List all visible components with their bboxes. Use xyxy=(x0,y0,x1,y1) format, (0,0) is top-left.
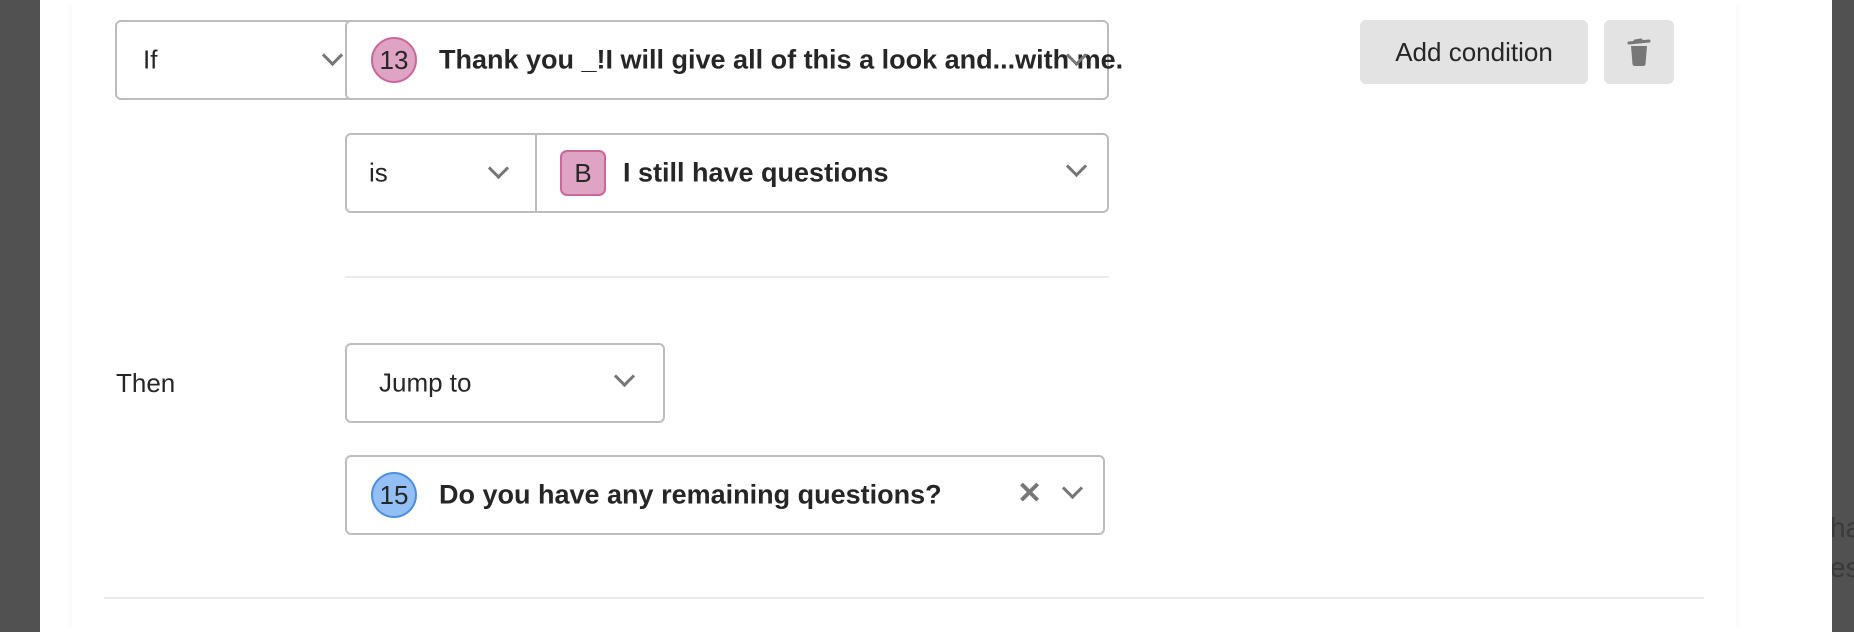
close-icon[interactable]: ✕ xyxy=(1017,479,1042,509)
jump-target-select[interactable]: 15 Do you have any remaining questions? … xyxy=(345,455,1105,535)
background-text: ha xyxy=(1832,512,1854,543)
modal-backdrop-right: ha es xyxy=(1832,0,1854,632)
modal-backdrop-left xyxy=(0,0,40,632)
rule-bottom-divider xyxy=(104,597,1704,599)
background-text: es xyxy=(1832,552,1854,583)
chevron-down-icon xyxy=(1061,477,1084,500)
trash-icon xyxy=(1627,38,1651,66)
chevron-down-icon xyxy=(487,157,510,180)
answer-select[interactable]: B I still have questions xyxy=(535,133,1109,213)
chevron-down-icon xyxy=(1065,155,1088,178)
action-select[interactable]: Jump to xyxy=(345,343,665,423)
question-select[interactable]: 13 Thank you _!I will give all of this a… xyxy=(345,20,1123,100)
chevron-down-icon xyxy=(321,44,344,67)
condition-divider xyxy=(345,276,1109,278)
chevron-down-icon xyxy=(613,365,636,388)
jump-target-value: Do you have any remaining questions? xyxy=(439,479,942,510)
action-select-value: Jump to xyxy=(379,367,472,398)
delete-rule-button[interactable] xyxy=(1604,20,1674,84)
logic-modal: If 13 Thank you _!I will give all of thi… xyxy=(40,0,1832,632)
operator-select[interactable]: If xyxy=(115,20,373,100)
target-question-badge: 15 xyxy=(371,472,417,518)
logic-rule-card: If 13 Thank you _!I will give all of thi… xyxy=(72,0,1736,632)
add-condition-button[interactable]: Add condition xyxy=(1360,20,1588,84)
answer-choice-badge: B xyxy=(560,150,606,196)
add-condition-label: Add condition xyxy=(1395,36,1553,67)
then-label: Then xyxy=(116,368,176,398)
comparison-select-value: is xyxy=(369,157,388,188)
comparison-select[interactable]: is xyxy=(345,133,537,213)
operator-select-value: If xyxy=(143,44,158,75)
question-number-badge: 13 xyxy=(371,37,417,83)
answer-select-value: I still have questions xyxy=(623,157,889,188)
question-select-value: Thank you _!I will give all of this a lo… xyxy=(439,44,1124,75)
